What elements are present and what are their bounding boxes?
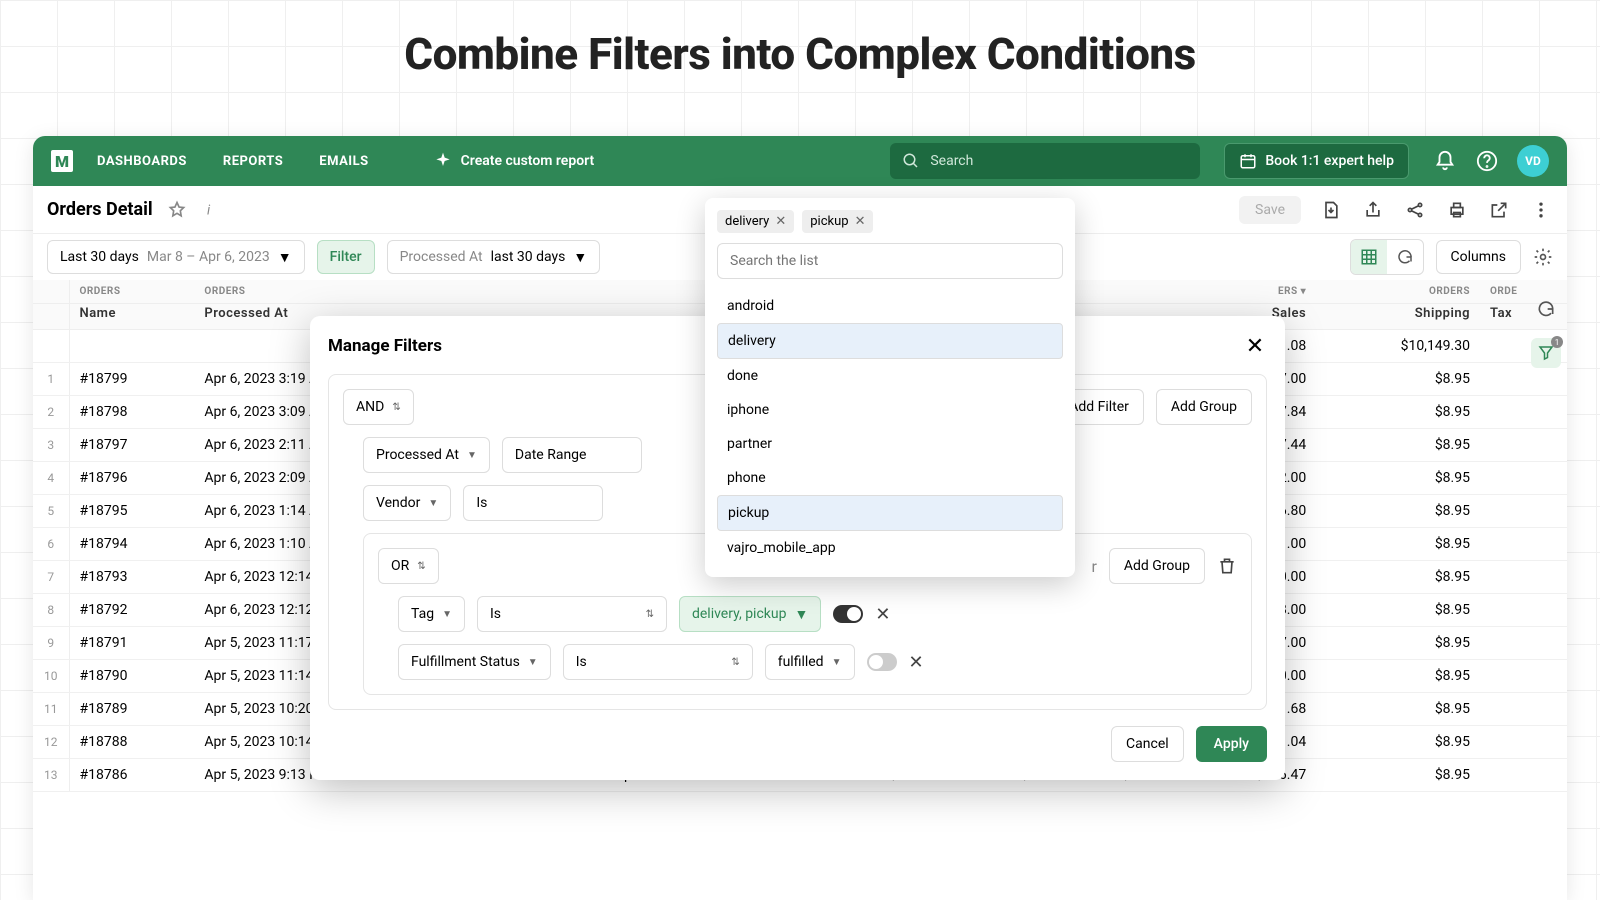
cancel-button[interactable]: Cancel [1111, 726, 1184, 762]
hero-title: Combine Filters into Complex Conditions [0, 28, 1600, 80]
nav-reports[interactable]: REPORTS [223, 154, 283, 169]
op-date-range[interactable]: Date Range [502, 437, 642, 473]
refresh-view-icon[interactable] [1387, 240, 1423, 274]
value-tag[interactable]: delivery, pickup▼ [679, 596, 821, 632]
filter-badge: 1 [1551, 336, 1563, 348]
topbar: M DASHBOARDS REPORTS EMAILS Create custo… [33, 136, 1567, 186]
total-shipping: $10,149.30 [1316, 330, 1480, 363]
book-help-button[interactable]: Book 1:1 expert help [1224, 143, 1409, 179]
close-icon[interactable]: ✕ [1243, 334, 1267, 358]
apply-button[interactable]: Apply [1196, 726, 1267, 762]
svg-text:i: i [207, 202, 211, 218]
brand-logo[interactable]: M [51, 150, 73, 172]
search-input[interactable] [930, 153, 1188, 169]
tag-option[interactable]: iphone [717, 393, 1063, 427]
field-fulfillment-status[interactable]: Fulfillment Status▼ [398, 644, 551, 680]
processed-at-chip[interactable]: Processed At last 30 days ▼ [387, 240, 601, 274]
search-icon [902, 152, 920, 170]
create-custom-report-label: Create custom report [461, 153, 595, 169]
tag-picker-popover: delivery✕pickup✕ androiddeliverydoneipho… [705, 198, 1075, 577]
col-name[interactable]: Name [69, 304, 194, 330]
add-group-button[interactable]: Add Group [1156, 389, 1252, 425]
nav-dashboards[interactable]: DASHBOARDS [97, 154, 187, 169]
op-is-tag[interactable]: Is⇅ [477, 596, 667, 632]
calendar-icon [1239, 152, 1257, 170]
main-nav: DASHBOARDS REPORTS EMAILS [97, 154, 369, 169]
selected-chip[interactable]: delivery✕ [717, 210, 794, 233]
chip-remove-icon[interactable]: ✕ [775, 214, 786, 229]
col-group: ORDERS [69, 280, 194, 304]
star-icon[interactable] [167, 200, 187, 220]
tag-option[interactable]: vajro_mobile_app [717, 531, 1063, 565]
grid-view-icon[interactable] [1351, 240, 1387, 274]
tag-option[interactable]: phone [717, 461, 1063, 495]
add-filter-cutoff[interactable]: r [1091, 557, 1096, 576]
help-icon[interactable] [1475, 149, 1499, 173]
global-search[interactable] [890, 143, 1200, 179]
chevron-down-icon: ▼ [573, 249, 587, 266]
logic-and-select[interactable]: AND⇅ [343, 389, 414, 425]
avatar[interactable]: VD [1517, 145, 1549, 177]
remove-row-icon[interactable]: ✕ [909, 652, 924, 673]
date-range-chip[interactable]: Last 30 days Mar 8 – Apr 6, 2023 ▼ [47, 240, 305, 274]
page-title: Orders Detail [47, 199, 153, 220]
filter-button[interactable]: Filter [317, 240, 375, 274]
tag-option[interactable]: pickup [717, 495, 1063, 531]
op-is-fulfillment[interactable]: Is⇅ [563, 644, 753, 680]
op-is[interactable]: Is [463, 485, 603, 521]
print-icon[interactable] [1445, 198, 1469, 222]
gear-icon[interactable] [1533, 247, 1553, 267]
tag-search-input[interactable] [717, 243, 1063, 279]
field-processed-at[interactable]: Processed At▼ [363, 437, 490, 473]
date-range-value: Mar 8 – Apr 6, 2023 [147, 249, 270, 265]
selected-chip[interactable]: pickup✕ [802, 210, 873, 233]
create-custom-report[interactable]: Create custom report [433, 151, 595, 171]
add-group-button-nested[interactable]: Add Group [1109, 548, 1205, 584]
tag-option[interactable]: android [717, 289, 1063, 323]
filter-panel-icon[interactable]: 1 [1531, 338, 1561, 368]
save-button[interactable]: Save [1239, 196, 1301, 224]
field-tag[interactable]: Tag▼ [398, 596, 465, 632]
remove-row-icon[interactable]: ✕ [875, 604, 890, 625]
bell-icon[interactable] [1433, 149, 1457, 173]
modal-title: Manage Filters [328, 336, 442, 356]
sort-icon[interactable]: ▾ [1301, 286, 1307, 297]
toggle-fulfillment[interactable] [867, 653, 897, 671]
view-toggle [1350, 239, 1424, 275]
page-actions: Save [1239, 196, 1553, 224]
value-fulfilled[interactable]: fulfilled▼ [765, 644, 855, 680]
trash-icon[interactable] [1217, 556, 1237, 576]
info-icon[interactable]: i [201, 201, 219, 219]
chevron-down-icon: ▼ [278, 249, 292, 266]
col-shipping[interactable]: Shipping [1316, 304, 1480, 330]
tag-option[interactable]: done [717, 359, 1063, 393]
refresh-icon[interactable] [1531, 294, 1561, 324]
tag-list: androiddeliverydoneiphonepartnerphonepic… [717, 289, 1063, 565]
export-icon[interactable] [1361, 198, 1385, 222]
tag-option[interactable]: delivery [717, 323, 1063, 359]
sparkle-icon [433, 151, 453, 171]
columns-button[interactable]: Columns [1436, 240, 1521, 274]
open-external-icon[interactable] [1487, 198, 1511, 222]
processed-at-label: Processed At [400, 249, 483, 265]
share-icon[interactable] [1403, 198, 1427, 222]
processed-at-value: last 30 days [491, 249, 566, 265]
logic-or-select[interactable]: OR⇅ [378, 548, 439, 584]
book-help-label: Book 1:1 expert help [1265, 153, 1394, 169]
nav-emails[interactable]: EMAILS [319, 154, 368, 169]
field-vendor[interactable]: Vendor▼ [363, 485, 451, 521]
chip-remove-icon[interactable]: ✕ [855, 214, 866, 229]
topbar-icons: VD [1433, 145, 1549, 177]
download-icon[interactable] [1319, 198, 1343, 222]
side-rail: 1 [1531, 294, 1561, 368]
tag-option[interactable]: partner [717, 427, 1063, 461]
toggle-tag[interactable] [833, 605, 863, 623]
more-icon[interactable] [1529, 198, 1553, 222]
selected-chips: delivery✕ pickup✕ [717, 210, 1063, 233]
date-range-label: Last 30 days [60, 249, 139, 265]
toolbar-right: Columns [1350, 239, 1553, 275]
